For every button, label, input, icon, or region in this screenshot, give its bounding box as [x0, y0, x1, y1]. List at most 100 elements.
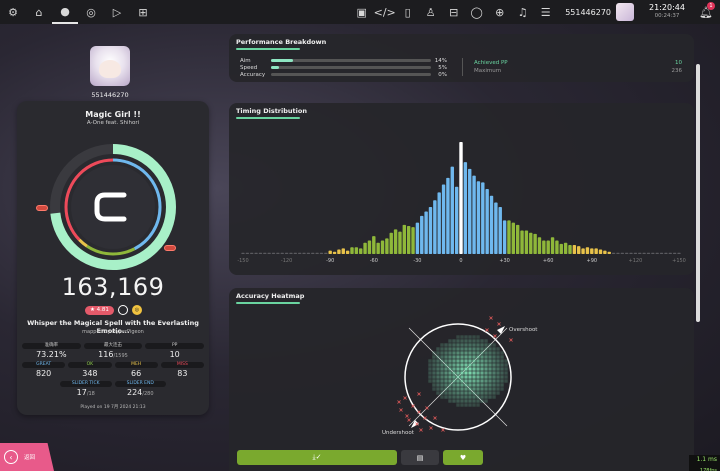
- mod-icon[interactable]: ◎: [131, 305, 142, 315]
- song-title: Magic Girl !!: [85, 110, 141, 119]
- timing-bar: [524, 230, 529, 254]
- heatmap-cell: [468, 367, 472, 371]
- profile-name: 551446270: [91, 91, 129, 99]
- timing-bar: [520, 230, 524, 254]
- rankings-button[interactable]: ♙: [419, 0, 442, 24]
- timing-bar: [420, 215, 424, 254]
- heatmap-cell: [460, 339, 464, 343]
- timing-bar: [529, 232, 533, 254]
- timing-bar: [577, 246, 581, 254]
- heatmap-cell: [480, 387, 484, 391]
- heatmap-cell: [488, 387, 492, 391]
- heatmap-cell: [476, 375, 480, 379]
- heatmap-cell: [480, 391, 484, 395]
- heatmap-cell: [472, 359, 476, 363]
- favourite-button[interactable]: ♥: [443, 450, 483, 465]
- play-mode-catch-button[interactable]: ▷: [104, 0, 130, 24]
- settings-button[interactable]: ⚙: [0, 0, 26, 24]
- perf-bar: [271, 73, 431, 76]
- heatmap-cell: [436, 387, 440, 391]
- miss-marker: [399, 408, 403, 412]
- screenshot-button[interactable]: ▣: [350, 0, 373, 24]
- dashboard-button[interactable]: ⊕: [488, 0, 511, 24]
- clock[interactable]: 21:20:44 00:24:37: [644, 4, 690, 20]
- heatmap-cell: [500, 359, 504, 363]
- beatmap-info-button[interactable]: ▤: [401, 450, 439, 465]
- total-score: 163,169: [61, 273, 165, 301]
- heatmap-cell: [448, 367, 452, 371]
- heatmap-cell: [496, 375, 500, 379]
- timing-bar: [672, 252, 677, 254]
- user-button[interactable]: 551446270: [565, 3, 634, 21]
- heatmap-cell: [484, 391, 488, 395]
- heatmap-cell: [472, 343, 476, 347]
- mapper-credit[interactable]: mapped by HyperPigeon: [17, 329, 209, 335]
- timing-bar: [563, 242, 568, 254]
- heatmap-cell: [436, 355, 440, 359]
- heatmap-cell: [460, 351, 464, 355]
- beatmap-listing-button[interactable]: ▯: [396, 0, 419, 24]
- music-button[interactable]: ♫: [511, 0, 534, 24]
- heatmap-cell: [440, 351, 444, 355]
- heatmap-cell: [472, 347, 476, 351]
- heatmap-cell: [432, 379, 436, 383]
- heatmap-cell: [436, 391, 440, 395]
- notes-button[interactable]: ☰: [534, 0, 557, 24]
- notifications-button[interactable]: 🔔︎ 1: [696, 0, 716, 24]
- chat-button[interactable]: ◯: [465, 0, 488, 24]
- x-tick-label: -120: [281, 258, 292, 264]
- heatmap-cell: [476, 347, 480, 351]
- code-button[interactable]: </>: [373, 0, 396, 24]
- heatmap-cell: [440, 367, 444, 371]
- heatmap-cell: [456, 371, 460, 375]
- heatmap-cell: [444, 367, 448, 371]
- heatmap-cell: [484, 351, 488, 355]
- timing-bar: [459, 142, 463, 254]
- heatmap-cell: [476, 343, 480, 347]
- notes-icon: ☰: [540, 5, 551, 19]
- heatmap-cell: [480, 399, 484, 403]
- download-replay-button[interactable]: ⤓✓: [237, 450, 397, 465]
- heatmap-cell: [456, 391, 460, 395]
- changelog-button[interactable]: ⊟: [442, 0, 465, 24]
- heatmap-cell: [476, 339, 480, 343]
- timing-bar: [276, 252, 280, 254]
- badges: ★ 4.81 ◎: [85, 305, 142, 315]
- timing-bar: [638, 252, 642, 254]
- heatmap-cell: [464, 359, 468, 363]
- heatmap-cell: [492, 359, 496, 363]
- perf-bar: [271, 59, 431, 62]
- heatmap-cell: [468, 351, 472, 355]
- play-mode-taiko-button[interactable]: ◎: [78, 0, 104, 24]
- x-tick-label: +60: [543, 258, 554, 264]
- play-mode-mania-button[interactable]: ⊞: [130, 0, 156, 24]
- heatmap-cell: [456, 335, 460, 339]
- back-label: 返回: [24, 455, 36, 461]
- timing-bar: [568, 245, 572, 254]
- heatmap-cell: [500, 363, 504, 367]
- heatmap-cell: [456, 395, 460, 399]
- heatmap-cell: [492, 355, 496, 359]
- perf-bar-fill: [271, 66, 279, 69]
- perf-row-accuracy: Accuracy 0%: [240, 71, 450, 78]
- heatmap-cell: [492, 351, 496, 355]
- scrollbar[interactable]: [696, 64, 700, 322]
- heatmap-cell: [480, 395, 484, 399]
- heatmap-cell: [468, 375, 472, 379]
- heatmap-cell: [480, 363, 484, 367]
- timing-bar: [485, 189, 489, 254]
- perf-value: 5%: [438, 64, 447, 71]
- rank-marker-left: [36, 205, 48, 211]
- timing-bar: [415, 222, 420, 254]
- heatmap-cell: [464, 343, 468, 347]
- fps-counter: 1.1 ms 178fps: [689, 455, 720, 471]
- heatmap-cell: [440, 391, 444, 395]
- timing-bar: [472, 175, 476, 254]
- profile-avatar-frame[interactable]: [90, 46, 130, 90]
- heatmap-cell: [440, 371, 444, 375]
- heatmap-cell: [492, 379, 496, 383]
- back-button[interactable]: ‹ 返回: [0, 443, 54, 471]
- timing-bar: [267, 252, 271, 254]
- home-button[interactable]: ⌂: [26, 0, 52, 24]
- play-mode-osu-button[interactable]: ●: [52, 0, 78, 24]
